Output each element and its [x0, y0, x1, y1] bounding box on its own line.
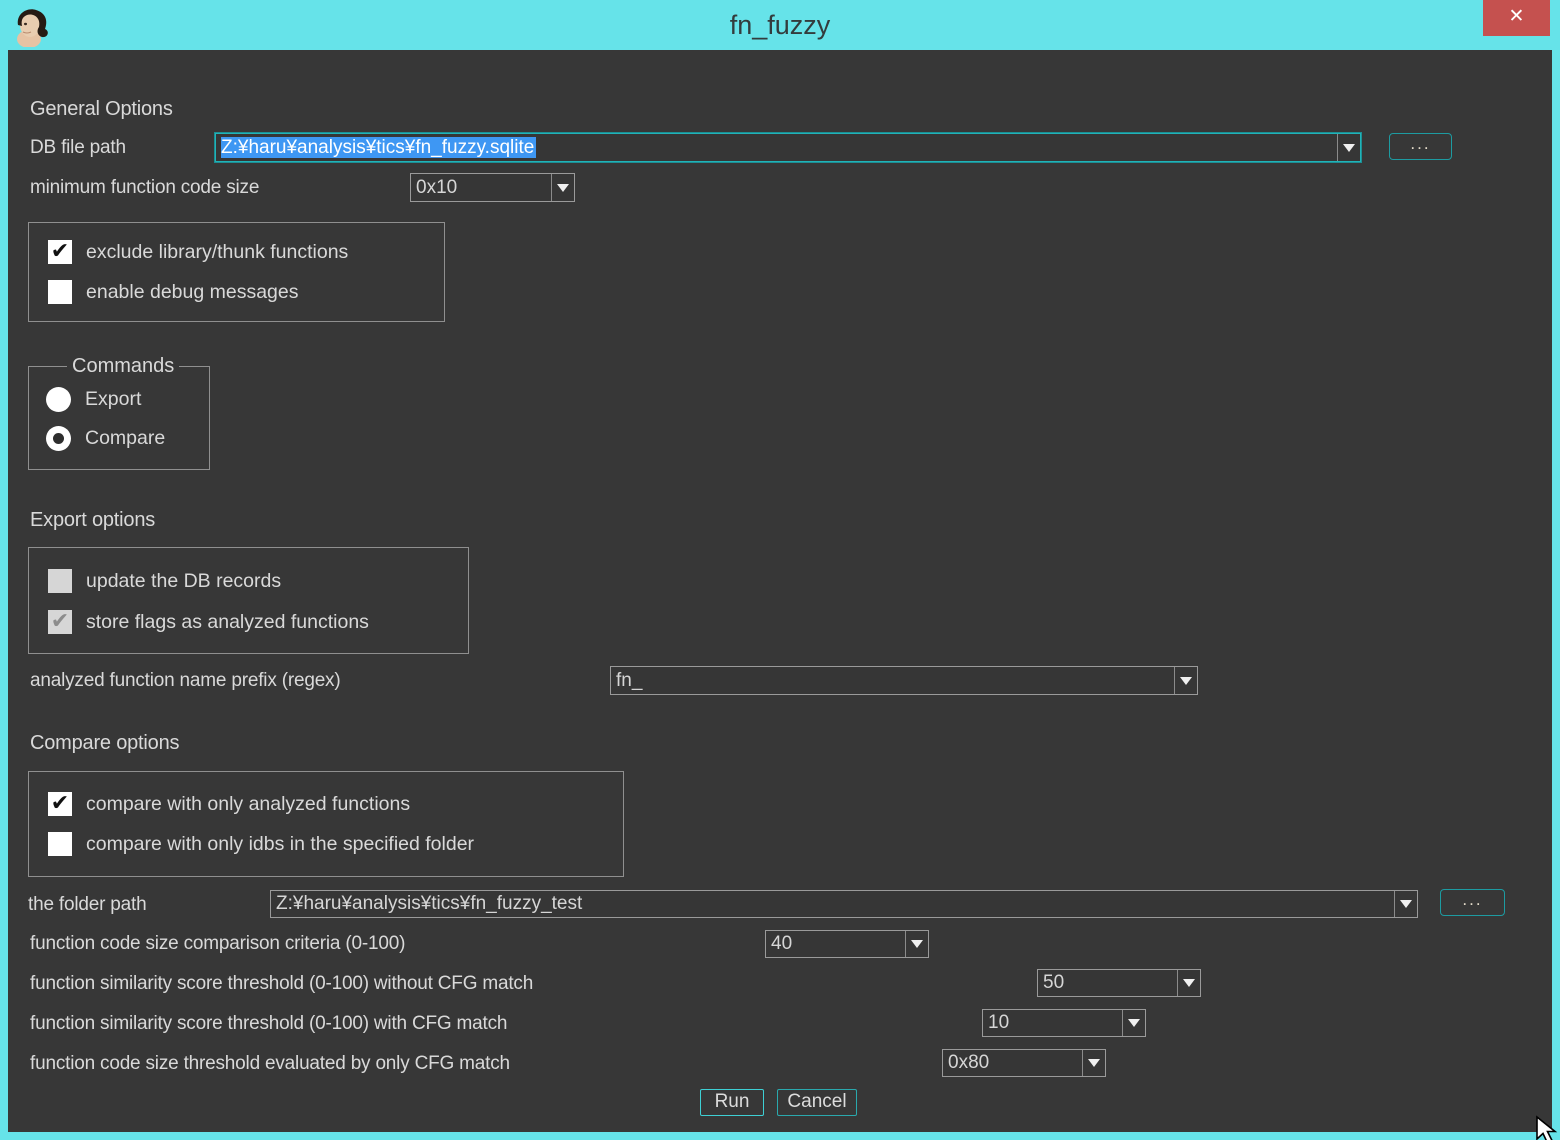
- general-checkbox-group: [28, 222, 445, 322]
- db-path-browse-button[interactable]: ...: [1389, 133, 1452, 160]
- min-size-value: 0x10: [411, 177, 551, 199]
- checkbox-compare-analyzed[interactable]: ✔ compare with only analyzed functions: [48, 791, 410, 817]
- min-size-combo[interactable]: 0x10: [410, 173, 575, 202]
- radio-button[interactable]: [46, 387, 71, 412]
- row-label-similarity-without-cfg: function similarity score threshold (0-1…: [30, 973, 533, 995]
- run-button[interactable]: Run: [700, 1089, 764, 1116]
- commands-group: Commands: [28, 366, 210, 470]
- radio-button[interactable]: [46, 426, 71, 451]
- checkbox-label: enable debug messages: [86, 281, 299, 304]
- checkbox-box[interactable]: ✔: [48, 280, 72, 304]
- checkbox-label: store flags as analyzed functions: [86, 611, 369, 634]
- db-file-path-value: Z:¥haru¥analysis¥tics¥fn_fuzzy.sqlite: [216, 137, 1337, 159]
- chevron-down-icon[interactable]: [905, 931, 928, 957]
- radio-dot: [53, 433, 64, 444]
- chevron-down-icon[interactable]: [1174, 667, 1197, 694]
- checkbox-update-db[interactable]: ✔ update the DB records: [48, 568, 281, 594]
- row-label-code-size-criteria: function code size comparison criteria (…: [30, 933, 405, 955]
- checkbox-box[interactable]: ✔: [48, 569, 72, 593]
- folder-path-browse-button[interactable]: ...: [1440, 889, 1505, 916]
- similarity-with-cfg-combo[interactable]: 10: [982, 1009, 1146, 1037]
- checkbox-compare-idbs[interactable]: ✔ compare with only idbs in the specifie…: [48, 831, 474, 857]
- size-threshold-cfg-combo[interactable]: 0x80: [942, 1049, 1106, 1077]
- chevron-down-icon[interactable]: [1082, 1050, 1105, 1076]
- compare-checkbox-group: [28, 771, 624, 877]
- cancel-button[interactable]: Cancel: [777, 1089, 857, 1116]
- export-options-heading: Export options: [30, 509, 155, 532]
- min-size-label: minimum function code size: [30, 177, 259, 199]
- checkbox-box[interactable]: ✔: [48, 792, 72, 816]
- db-file-path-label: DB file path: [30, 137, 126, 159]
- checkbox-exclude-library-thunk[interactable]: ✔ exclude library/thunk functions: [48, 239, 348, 265]
- checkbox-enable-debug[interactable]: ✔ enable debug messages: [48, 279, 299, 305]
- chevron-down-icon[interactable]: [1394, 891, 1417, 917]
- compare-options-heading: Compare options: [30, 732, 179, 755]
- radio-label: Compare: [85, 427, 165, 450]
- combo-value: 50: [1038, 972, 1177, 994]
- checkmark-icon: ✔: [51, 610, 69, 632]
- commands-group-legend: Commands: [67, 355, 179, 378]
- checkbox-label: compare with only analyzed functions: [86, 793, 410, 816]
- checkbox-label: compare with only idbs in the specified …: [86, 833, 474, 856]
- checkbox-store-flags[interactable]: ✔ store flags as analyzed functions: [48, 609, 369, 635]
- folder-path-label: the folder path: [28, 894, 146, 916]
- general-options-heading: General Options: [30, 98, 173, 121]
- chevron-down-icon[interactable]: [1177, 970, 1200, 996]
- radio-export[interactable]: Export: [46, 386, 141, 413]
- folder-path-combo[interactable]: Z:¥haru¥analysis¥tics¥fn_fuzzy_test: [270, 890, 1418, 918]
- checkbox-box[interactable]: ✔: [48, 240, 72, 264]
- code-size-criteria-combo[interactable]: 40: [765, 930, 929, 958]
- prefix-label: analyzed function name prefix (regex): [30, 670, 341, 692]
- chevron-down-icon[interactable]: [1122, 1010, 1145, 1036]
- cursor-arrow: [1533, 1115, 1560, 1140]
- checkbox-label: update the DB records: [86, 570, 281, 593]
- checkbox-label: exclude library/thunk functions: [86, 241, 348, 264]
- folder-path-value: Z:¥haru¥analysis¥tics¥fn_fuzzy_test: [271, 893, 1394, 915]
- radio-label: Export: [85, 388, 141, 411]
- titlebar[interactable]: fn_fuzzy ✕: [0, 0, 1560, 50]
- fn-fuzzy-dialog: fn_fuzzy ✕ General Options DB file path …: [0, 0, 1560, 1140]
- similarity-without-cfg-combo[interactable]: 50: [1037, 969, 1201, 997]
- combo-value: 40: [766, 933, 905, 955]
- selected-text: Z:¥haru¥analysis¥tics¥fn_fuzzy.sqlite: [221, 137, 536, 158]
- checkmark-icon: ✔: [51, 792, 69, 814]
- combo-value: 10: [983, 1012, 1122, 1034]
- export-checkbox-group: [28, 547, 469, 654]
- close-button[interactable]: ✕: [1483, 0, 1550, 36]
- checkbox-box[interactable]: ✔: [48, 610, 72, 634]
- window-title: fn_fuzzy: [0, 0, 1560, 50]
- combo-value: 0x80: [943, 1052, 1082, 1074]
- chevron-down-icon[interactable]: [551, 174, 574, 201]
- checkmark-icon: ✔: [51, 240, 69, 262]
- row-label-size-threshold-cfg: function code size threshold evaluated b…: [30, 1053, 510, 1075]
- row-label-similarity-with-cfg: function similarity score threshold (0-1…: [30, 1013, 507, 1035]
- prefix-value: fn_: [611, 670, 1174, 692]
- checkbox-box[interactable]: ✔: [48, 832, 72, 856]
- db-file-path-combo[interactable]: Z:¥haru¥analysis¥tics¥fn_fuzzy.sqlite: [215, 133, 1361, 162]
- prefix-combo[interactable]: fn_: [610, 666, 1198, 695]
- radio-compare[interactable]: Compare: [46, 425, 165, 452]
- chevron-down-icon[interactable]: [1337, 134, 1360, 161]
